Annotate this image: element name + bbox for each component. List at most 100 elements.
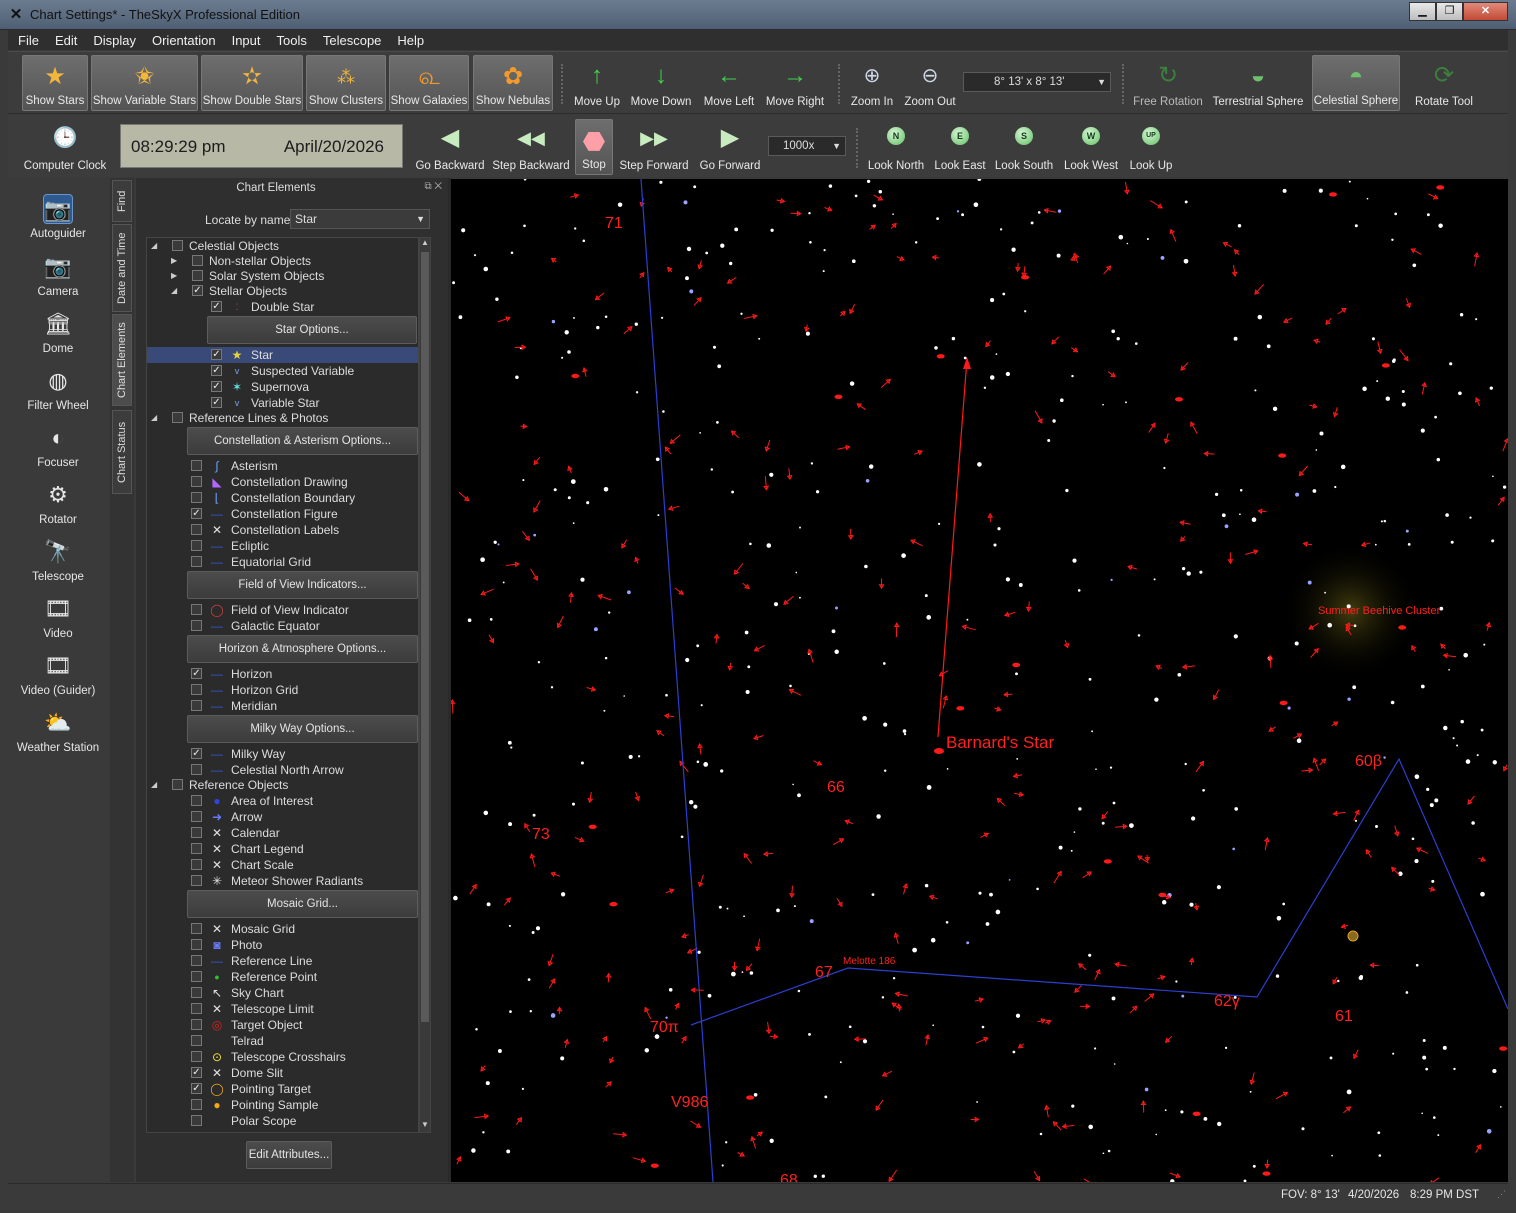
star[interactable] xyxy=(989,375,995,380)
star[interactable] xyxy=(567,350,571,354)
star[interactable] xyxy=(1237,223,1242,228)
star[interactable] xyxy=(1458,391,1462,396)
star[interactable] xyxy=(710,468,714,471)
tree-row-ecliptic[interactable]: — Ecliptic xyxy=(147,538,418,554)
tree-row-horizon-grid[interactable]: — Horizon Grid xyxy=(147,682,418,698)
star[interactable] xyxy=(1037,211,1041,214)
dock-dome[interactable]: 🏛 Dome xyxy=(8,309,108,355)
star[interactable] xyxy=(1057,209,1062,213)
tree-row-reference-lines[interactable]: ◢ Reference Lines & Photos xyxy=(147,410,418,426)
checkbox[interactable] xyxy=(191,700,202,711)
galaxy-marker[interactable] xyxy=(1381,363,1390,368)
star[interactable] xyxy=(1189,902,1194,907)
star[interactable] xyxy=(1282,188,1287,193)
star[interactable] xyxy=(580,761,584,765)
star[interactable] xyxy=(1249,1090,1252,1093)
star[interactable] xyxy=(1071,374,1074,378)
checkbox[interactable] xyxy=(191,684,202,695)
star[interactable] xyxy=(628,754,633,759)
star[interactable] xyxy=(731,490,735,494)
star[interactable] xyxy=(1421,1112,1424,1115)
star[interactable] xyxy=(1234,807,1239,811)
checkbox[interactable] xyxy=(191,764,202,775)
galaxy-marker[interactable] xyxy=(1436,185,1445,190)
star[interactable] xyxy=(1287,706,1291,710)
tree-row-telescope-crosshairs[interactable]: ⊙ Telescope Crosshairs xyxy=(147,1049,418,1065)
star[interactable] xyxy=(797,793,801,798)
star[interactable] xyxy=(983,386,987,389)
star[interactable] xyxy=(1254,389,1257,392)
star[interactable] xyxy=(461,228,466,233)
star[interactable] xyxy=(483,810,489,816)
star[interactable] xyxy=(892,213,894,216)
checkbox[interactable]: ✓ xyxy=(211,349,222,360)
star[interactable] xyxy=(1030,221,1034,225)
star[interactable] xyxy=(1324,591,1326,594)
star[interactable] xyxy=(1438,223,1443,228)
star[interactable] xyxy=(1072,558,1077,563)
star[interactable] xyxy=(1002,292,1006,296)
menu-display[interactable]: Display xyxy=(93,33,136,48)
milky-way-options-button[interactable]: Milky Way Options... xyxy=(187,715,418,743)
star[interactable] xyxy=(1315,449,1318,451)
star[interactable] xyxy=(766,543,772,548)
star[interactable] xyxy=(1036,887,1039,891)
star[interactable] xyxy=(999,228,1003,231)
checkbox[interactable] xyxy=(191,795,202,806)
checkbox[interactable] xyxy=(172,779,183,790)
star[interactable] xyxy=(1071,1104,1075,1108)
label-73[interactable]: 73 xyxy=(532,826,550,843)
dock-autoguider[interactable]: 📷 Autoguider xyxy=(8,194,108,240)
label-60-beta[interactable]: 60β xyxy=(1355,753,1382,770)
checkbox[interactable] xyxy=(191,604,202,615)
star[interactable] xyxy=(731,971,736,977)
tree-row-chart-legend[interactable]: ✕ Chart Legend xyxy=(147,841,418,857)
star[interactable] xyxy=(1459,312,1464,317)
star[interactable] xyxy=(483,266,489,272)
star[interactable] xyxy=(966,941,970,945)
label-barnards-star[interactable]: Barnard's Star xyxy=(946,733,1054,752)
star[interactable] xyxy=(1295,492,1300,497)
star[interactable] xyxy=(467,618,472,623)
star[interactable] xyxy=(1012,1050,1016,1054)
star[interactable] xyxy=(914,241,918,244)
tree-row-stellar[interactable]: ◢ ✓ Stellar Objects xyxy=(147,283,418,299)
tree-row-target-object[interactable]: ◎ Target Object xyxy=(147,1017,418,1033)
star[interactable] xyxy=(822,270,825,273)
star[interactable] xyxy=(1024,310,1027,313)
checkbox[interactable] xyxy=(191,955,202,966)
star[interactable] xyxy=(945,921,949,924)
star[interactable] xyxy=(883,769,887,772)
star[interactable] xyxy=(981,1025,985,1029)
star[interactable] xyxy=(696,760,700,764)
star[interactable] xyxy=(1437,1134,1440,1137)
star[interactable] xyxy=(770,228,774,232)
dock-video[interactable]: 🎞 Video xyxy=(8,594,108,640)
star[interactable] xyxy=(1456,744,1459,747)
star[interactable] xyxy=(1214,492,1219,497)
star[interactable] xyxy=(776,908,780,913)
star[interactable] xyxy=(725,1141,728,1144)
date-time-display[interactable]: 08:29:29 pm April/20/2026 xyxy=(120,124,403,168)
star[interactable] xyxy=(976,1101,979,1103)
star[interactable] xyxy=(1177,672,1182,677)
dock-rotator[interactable]: ⚙ Rotator xyxy=(8,480,108,526)
star[interactable] xyxy=(1426,213,1430,217)
star[interactable] xyxy=(1129,823,1134,828)
star[interactable] xyxy=(550,686,554,689)
variable-star-marker[interactable] xyxy=(556,622,563,629)
checkbox[interactable]: ✓ xyxy=(191,1067,202,1078)
tab-chart-elements[interactable]: Chart Elements xyxy=(112,314,132,406)
checkbox[interactable] xyxy=(191,875,202,886)
checkbox[interactable]: ✓ xyxy=(211,301,222,312)
star[interactable] xyxy=(1239,488,1243,492)
star[interactable] xyxy=(1110,578,1113,582)
move-down-button[interactable]: ↓ Move Down xyxy=(628,55,694,111)
star[interactable] xyxy=(1499,1106,1502,1108)
zoom-in-button[interactable]: ⊕ Zoom In xyxy=(846,55,898,111)
galaxy-marker[interactable] xyxy=(650,1163,659,1168)
star[interactable] xyxy=(1469,516,1472,519)
checkbox[interactable] xyxy=(191,540,202,551)
star[interactable] xyxy=(580,577,585,582)
checkbox[interactable] xyxy=(191,1051,202,1062)
